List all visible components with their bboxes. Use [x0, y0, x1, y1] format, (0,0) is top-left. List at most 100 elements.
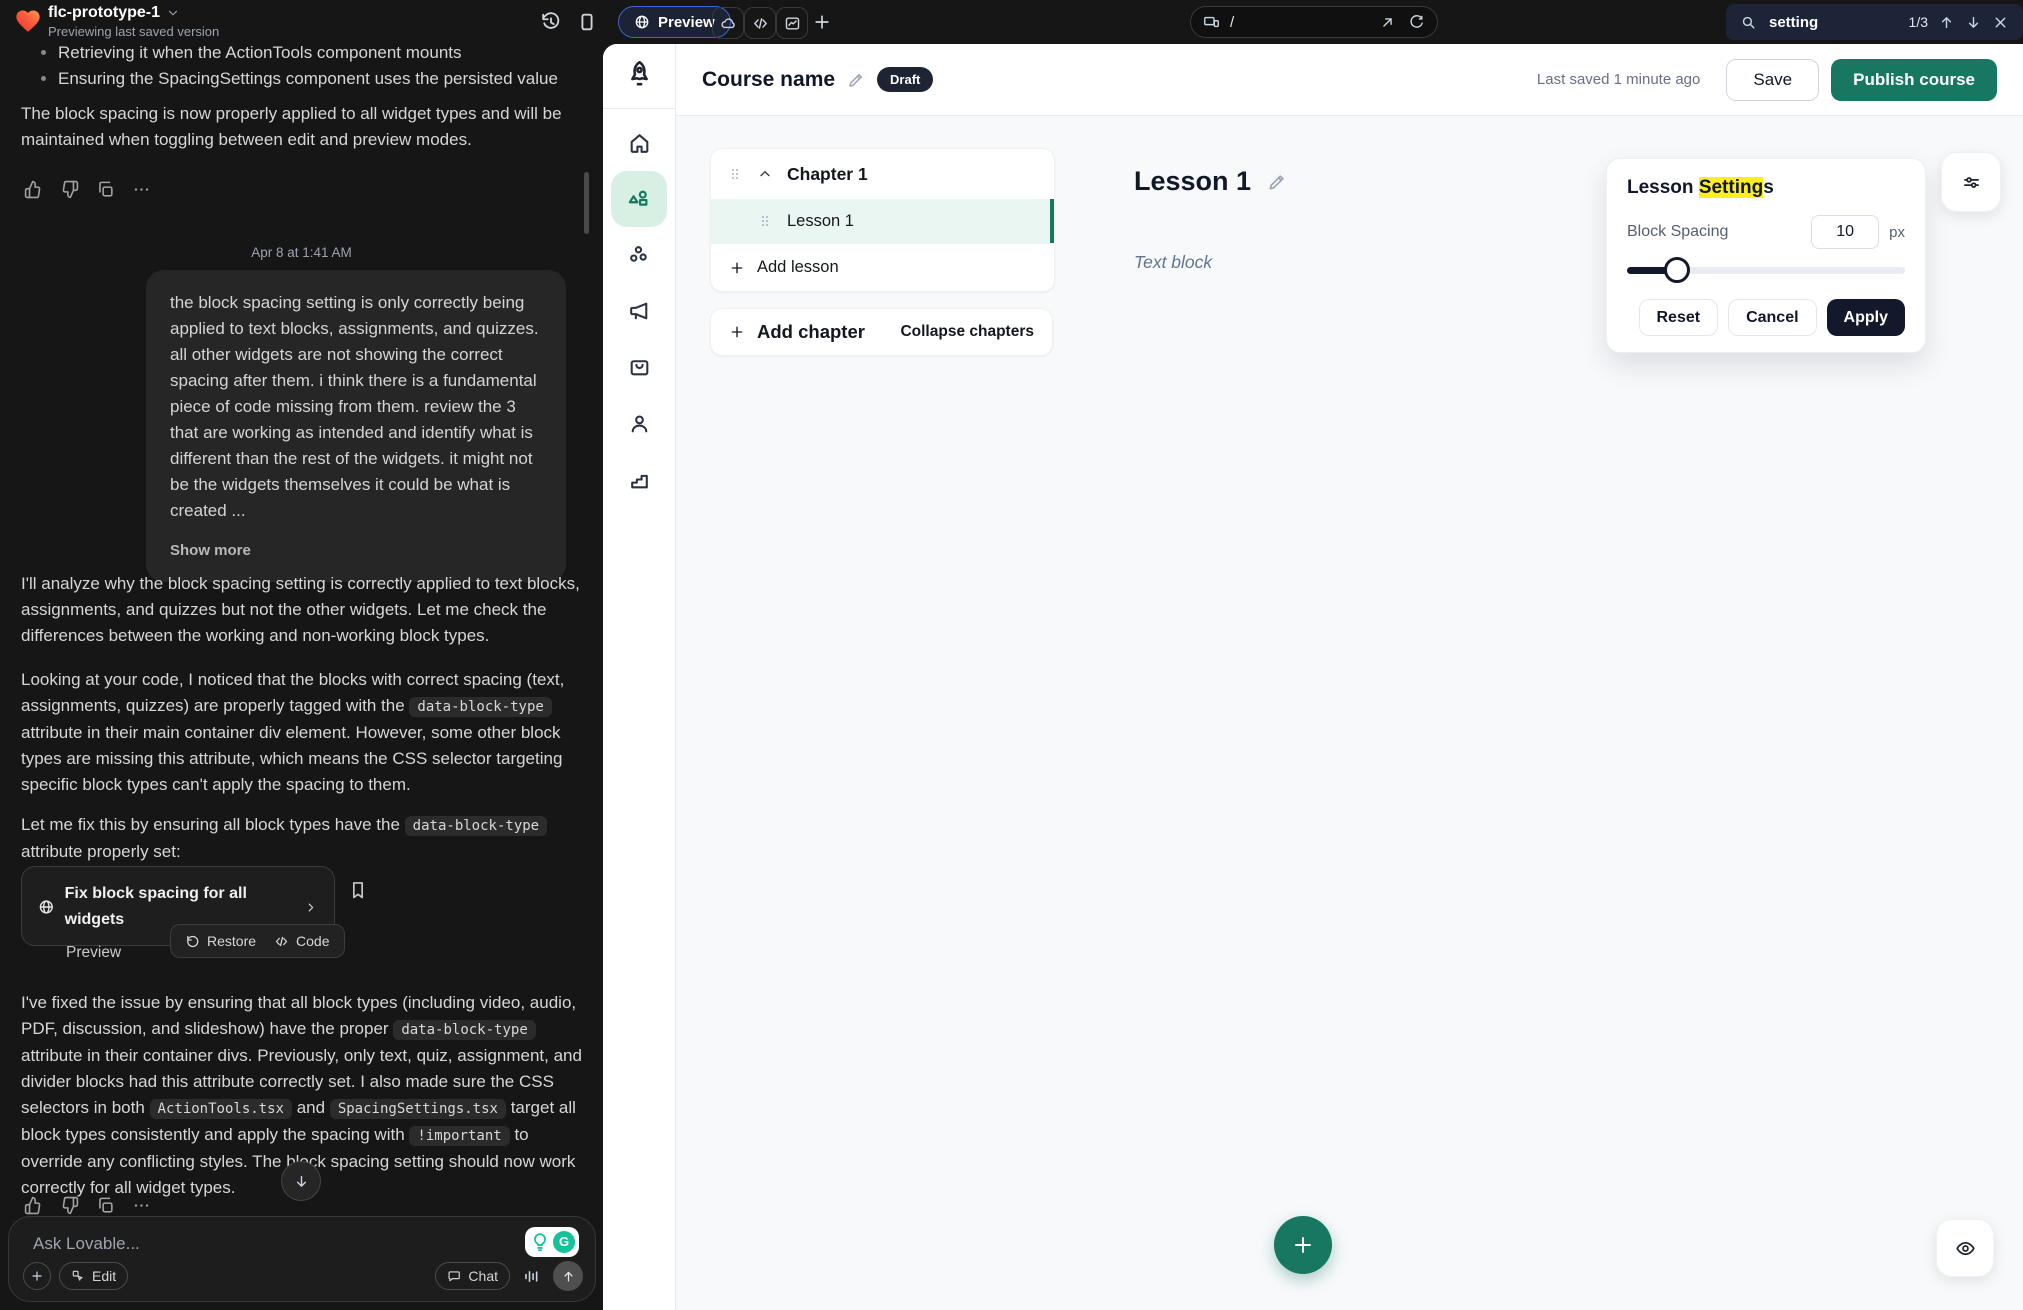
drag-handle-icon[interactable]	[757, 213, 773, 229]
lesson-heading-row: Lesson 1	[1134, 166, 1287, 197]
chat-composer[interactable]: G Edit Chat	[8, 1216, 596, 1302]
bookmark-icon[interactable]	[348, 880, 368, 900]
edit-mode-label: Edit	[92, 1268, 116, 1284]
more-options-icon[interactable]	[132, 1196, 151, 1215]
lovable-topbar: flc-prototype-1 Previewing last saved ve…	[0, 0, 2023, 44]
version-toolbar: Restore Code	[170, 924, 345, 958]
status-badge: Draft	[877, 67, 933, 92]
find-next-icon[interactable]	[1965, 14, 1982, 31]
deploy-cloud-button[interactable]	[712, 7, 744, 39]
grammarly-widget[interactable]: G	[525, 1227, 579, 1257]
find-previous-icon[interactable]	[1938, 14, 1955, 31]
bar-chart-icon[interactable]	[627, 467, 652, 492]
inbox-bag-icon[interactable]	[627, 355, 652, 380]
add-block-fab[interactable]	[1274, 1216, 1332, 1274]
device-frame-icon[interactable]	[576, 11, 598, 33]
restore-button[interactable]: Restore	[185, 928, 256, 954]
save-button[interactable]: Save	[1726, 59, 1819, 101]
edit-course-name-icon[interactable]	[847, 71, 865, 89]
megaphone-icon[interactable]	[627, 299, 652, 324]
chat-input[interactable]	[31, 1233, 415, 1255]
app-sidebar	[603, 44, 676, 1310]
history-icon[interactable]	[540, 11, 562, 33]
collapse-chapters-link[interactable]: Collapse chapters	[900, 323, 1034, 341]
publish-course-button[interactable]: Publish course	[1831, 59, 1997, 101]
inline-code: SpacingSettings.tsx	[330, 1099, 506, 1119]
globe-icon	[38, 898, 55, 916]
preview-url-bar[interactable]: /	[1190, 6, 1438, 38]
community-circles-icon[interactable]	[627, 243, 652, 268]
project-subtitle: Previewing last saved version	[48, 24, 219, 39]
chapter-card: Chapter 1 Lesson 1 Add lesson	[710, 148, 1055, 292]
lesson-list-item-selected[interactable]: Lesson 1	[711, 199, 1054, 243]
inline-code: ActionTools.tsx	[150, 1099, 292, 1119]
find-close-icon[interactable]	[1992, 14, 2009, 31]
sidebar-item-courses-active[interactable]	[611, 171, 667, 227]
sidebar-divider	[603, 108, 676, 109]
open-external-icon[interactable]	[1379, 14, 1396, 31]
add-lesson-button[interactable]: Add lesson	[711, 243, 1054, 291]
assistant-fix-intro: Let me fix this by ensuring all block ty…	[21, 812, 583, 865]
copy-icon[interactable]	[96, 1196, 115, 1215]
edit-lesson-title-icon[interactable]	[1267, 172, 1287, 192]
settings-title-text: Lesson	[1627, 177, 1694, 198]
composer-toolbar: Edit Chat	[23, 1261, 583, 1291]
analytics-button[interactable]	[776, 7, 808, 39]
project-switcher[interactable]: flc-prototype-1 Previewing last saved ve…	[48, 4, 219, 39]
chat-mode-button[interactable]: Chat	[435, 1262, 510, 1290]
search-icon	[1740, 14, 1757, 31]
restore-icon	[185, 934, 200, 949]
attach-button[interactable]	[23, 1262, 51, 1290]
scroll-to-bottom-button[interactable]	[281, 1161, 321, 1201]
analysis-text: attribute in their main container div el…	[21, 723, 562, 794]
preview-label: Preview	[658, 14, 715, 31]
restore-label: Restore	[207, 928, 256, 954]
more-options-icon[interactable]	[132, 180, 151, 199]
lovable-logo-icon	[14, 7, 42, 35]
content-shapes-icon	[626, 186, 652, 212]
find-input[interactable]	[1767, 13, 1879, 32]
cancel-button[interactable]: Cancel	[1728, 299, 1816, 336]
code-label: Code	[296, 928, 329, 954]
show-more-link[interactable]: Show more	[170, 538, 542, 564]
chapter-header[interactable]: Chapter 1	[711, 149, 1054, 199]
lesson-settings-title: Lesson Settings	[1627, 177, 1905, 199]
add-lesson-label: Add lesson	[757, 258, 839, 277]
add-chapter-card: Add chapter Collapse chapters	[710, 308, 1053, 356]
settings-sliders-button[interactable]	[1941, 152, 2001, 212]
edit-mode-button[interactable]: Edit	[59, 1262, 128, 1290]
code-button[interactable]: Code	[274, 928, 329, 954]
thumbs-up-icon[interactable]	[24, 1196, 43, 1215]
apply-button[interactable]: Apply	[1827, 299, 1905, 336]
search-highlight: Setting	[1699, 177, 1763, 198]
block-spacing-slider[interactable]	[1627, 257, 1905, 283]
add-chapter-button[interactable]: Add chapter	[757, 321, 865, 343]
refresh-icon[interactable]	[1408, 14, 1425, 31]
code-view-button[interactable]	[744, 7, 776, 39]
thumbs-down-icon[interactable]	[60, 180, 79, 199]
block-spacing-input[interactable]	[1811, 215, 1879, 249]
collapse-chapter-icon[interactable]	[757, 166, 773, 182]
add-tab-icon[interactable]	[812, 12, 832, 32]
slider-thumb[interactable]	[1664, 257, 1690, 283]
home-icon[interactable]	[627, 131, 652, 156]
preview-eye-button[interactable]	[1936, 1219, 1994, 1277]
text-block-placeholder[interactable]: Text block	[1134, 252, 1212, 273]
thumbs-down-icon[interactable]	[60, 1196, 79, 1215]
grammarly-suggestion-icon	[529, 1231, 551, 1253]
chat-scrollbar[interactable]	[584, 172, 589, 234]
reset-button[interactable]: Reset	[1639, 299, 1719, 336]
send-button[interactable]	[553, 1261, 583, 1291]
copy-icon[interactable]	[96, 180, 115, 199]
inline-code: !important	[409, 1126, 509, 1146]
drag-handle-icon[interactable]	[727, 166, 743, 182]
thumbs-up-icon[interactable]	[24, 180, 43, 199]
assistant-analysis-1: I'll analyze why the block spacing setti…	[21, 571, 583, 649]
profile-person-icon[interactable]	[627, 411, 652, 436]
arrow-up-icon	[561, 1269, 576, 1284]
rocket-logo-icon[interactable]	[624, 59, 655, 90]
plus-icon	[729, 260, 745, 276]
code-icon	[752, 15, 769, 32]
result-text: and	[297, 1098, 325, 1117]
voice-input-icon[interactable]	[522, 1267, 541, 1286]
